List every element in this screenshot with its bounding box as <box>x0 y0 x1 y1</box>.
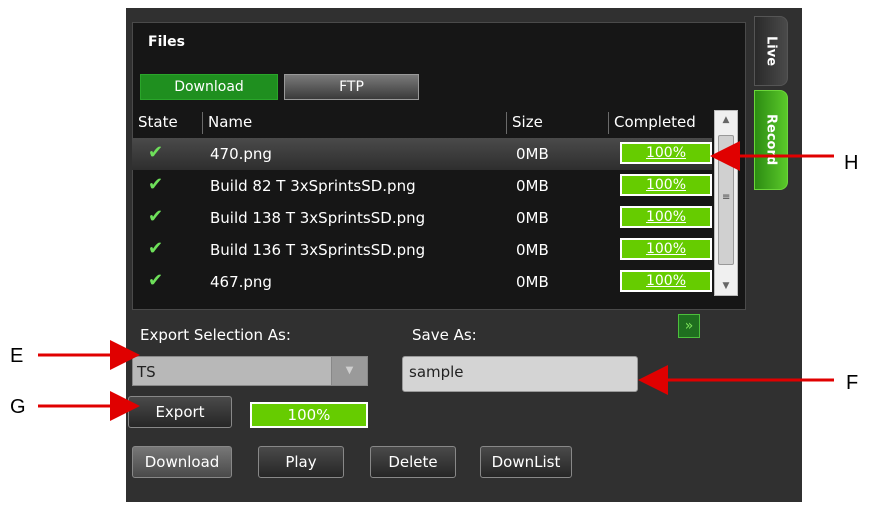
annotation-arrows <box>38 141 834 421</box>
